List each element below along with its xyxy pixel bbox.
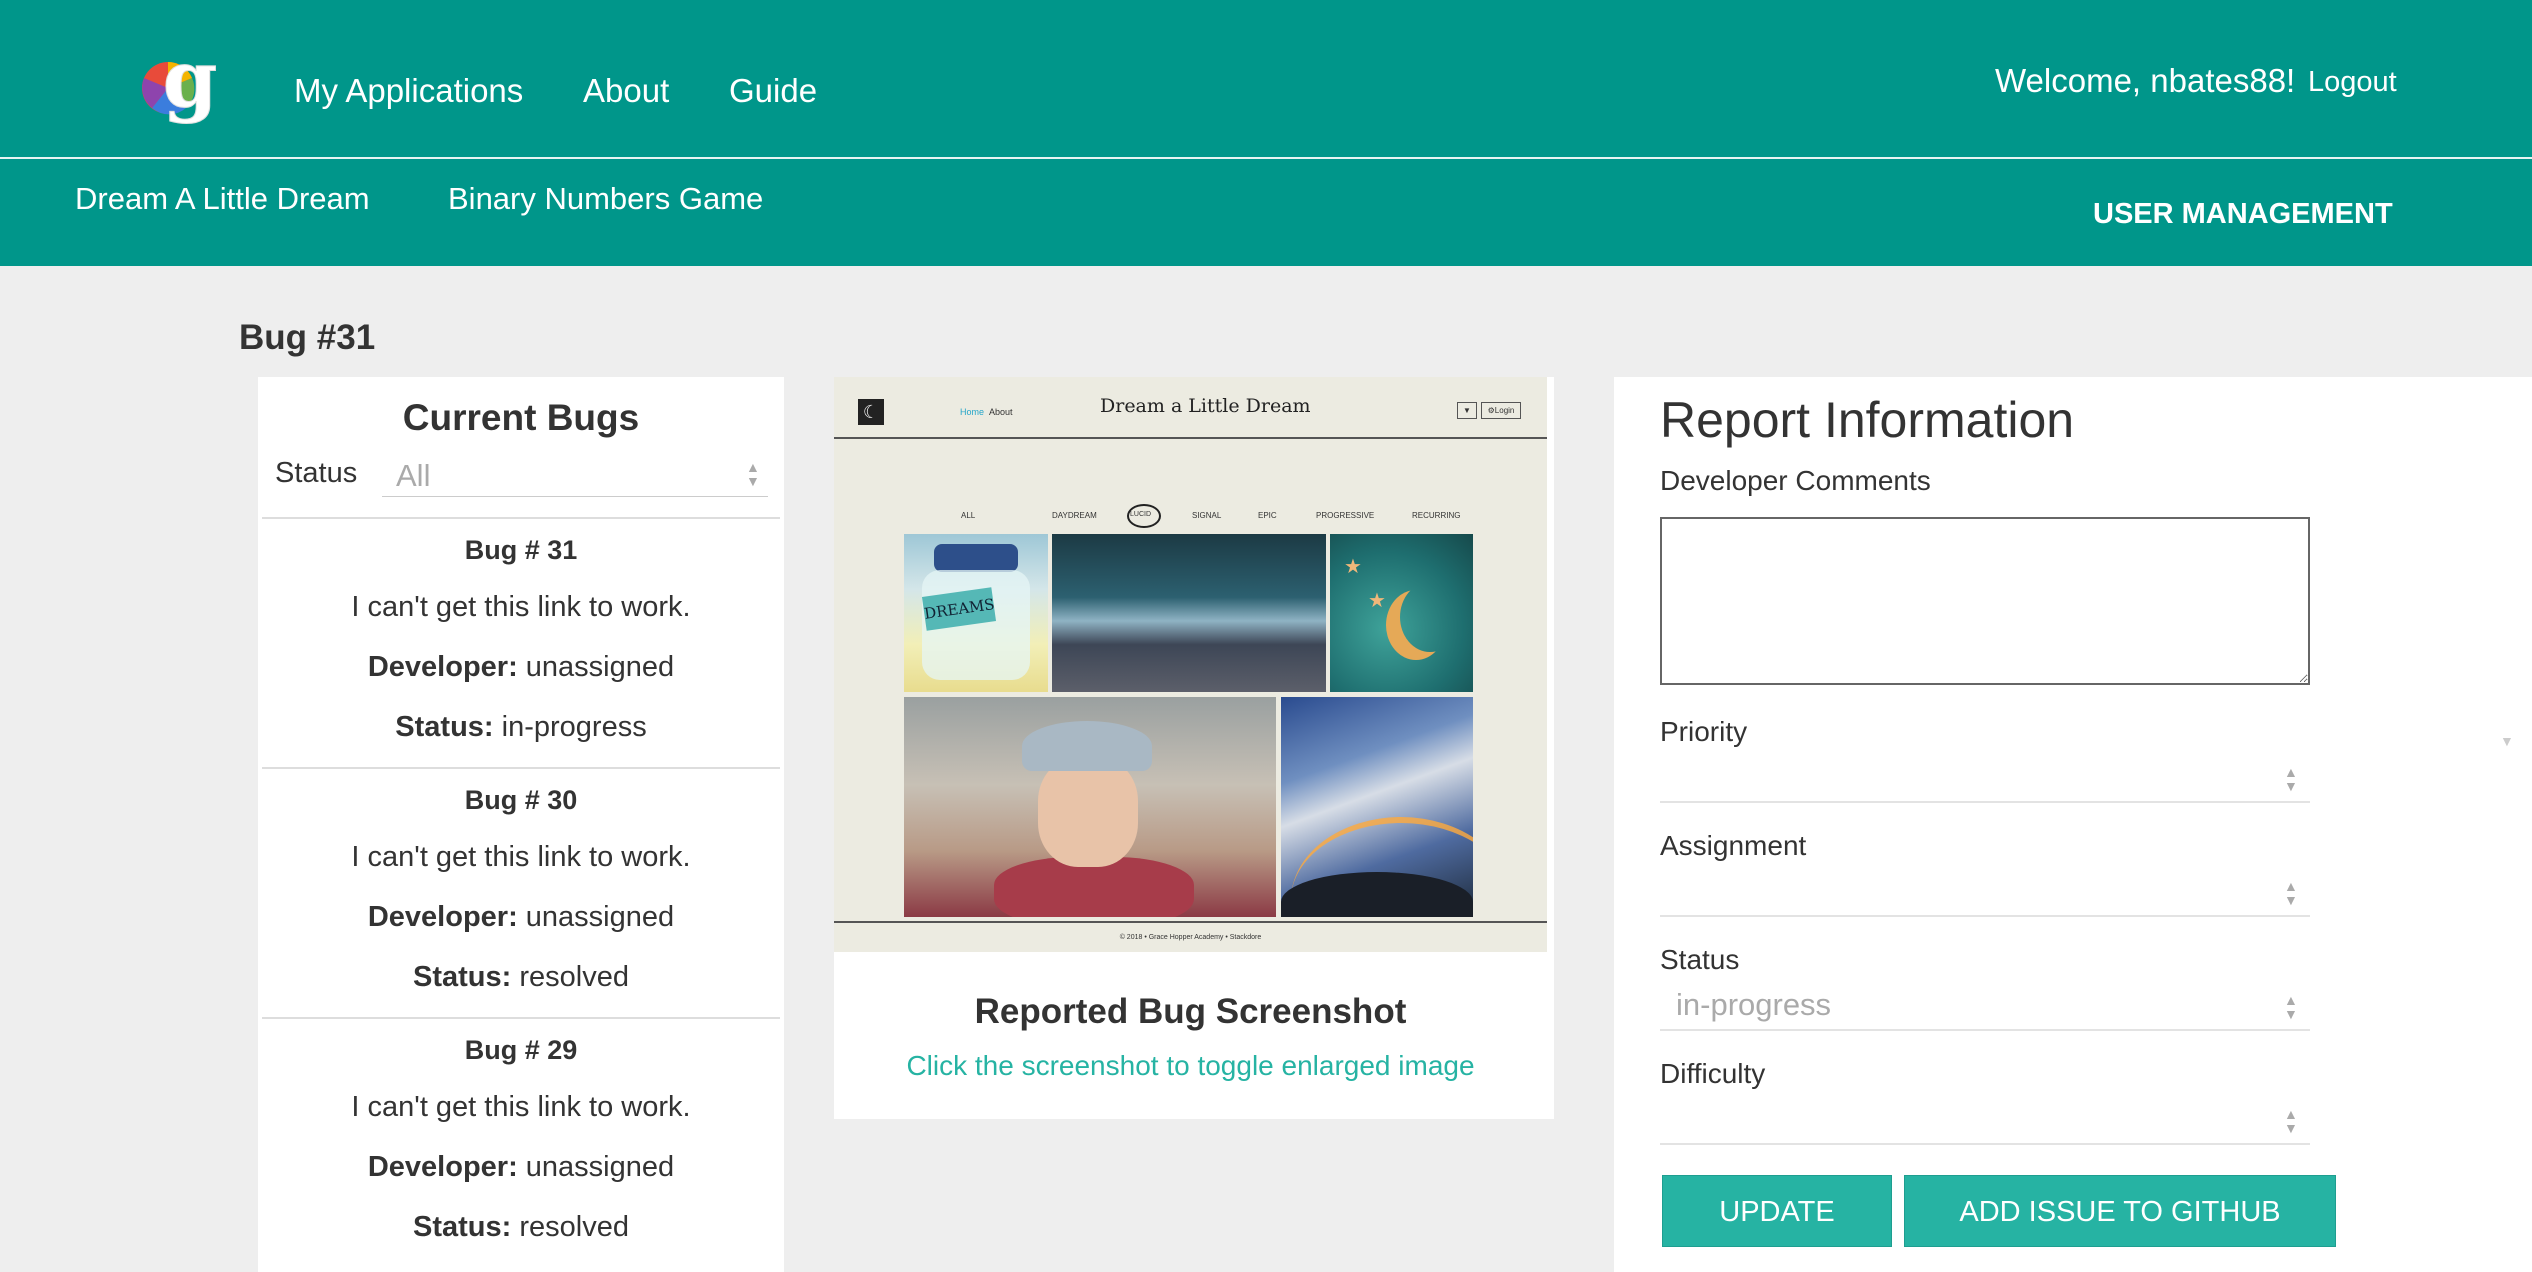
status-select-value: in-progress	[1676, 987, 1832, 1022]
select-arrows-icon: ▲ ▼	[2284, 764, 2298, 794]
priority-label: Priority	[1660, 716, 1748, 747]
status-select[interactable]: in-progress ▲ ▼	[1660, 983, 2310, 1031]
nav-guide[interactable]: Guide	[729, 72, 817, 110]
developer-comments-textarea[interactable]	[1660, 517, 2310, 685]
screenshot-title: Reported Bug Screenshot	[974, 992, 1407, 1031]
annotation-circle	[1127, 504, 1161, 528]
scroll-caret-icon: ▼	[2500, 733, 2514, 749]
screenshot-nav-home: Home	[960, 407, 985, 417]
status-filter-value: All	[396, 458, 431, 493]
bug-list-item[interactable]: Bug # 31 I can't get this link to work. …	[262, 517, 780, 769]
developer-value: unassigned	[525, 901, 675, 933]
assignment-select[interactable]: ▲ ▼	[1660, 869, 2310, 917]
app-tab-dream-a-little-dream[interactable]: Dream A Little Dream	[75, 181, 370, 217]
screenshot-category: EPIC	[1258, 511, 1277, 520]
page-title: Bug #31	[239, 318, 376, 357]
woman-portrait-image	[904, 697, 1276, 917]
screenshot-category: PROGRESSIVE	[1316, 511, 1375, 520]
toggle-enlarge-link[interactable]: Click the screenshot to toggle enlarged …	[834, 1050, 1547, 1082]
screenshot-nav-about: About	[989, 407, 1013, 417]
select-arrows-icon: ▲ ▼	[2284, 878, 2298, 908]
screenshot-category: SIGNAL	[1192, 511, 1222, 520]
status-label: Status:	[395, 711, 494, 743]
bug-screenshot-panel: ☾ Home About Dream a Little Dream ▼ ⚙Log…	[834, 377, 1554, 1119]
screenshot-site-title: Dream a Little Dream	[1100, 395, 1311, 417]
status-filter-select[interactable]: All ▲ ▼	[382, 450, 768, 497]
screenshot-footer-divider	[834, 921, 1547, 923]
dream-jar-image: DREAMS	[904, 534, 1048, 692]
select-arrows-icon: ▲ ▼	[2284, 1106, 2298, 1136]
bug-description: I can't get this link to work.	[351, 841, 691, 873]
status-value: in-progress	[501, 711, 647, 743]
nav-about[interactable]: About	[583, 72, 669, 110]
developer-value: unassigned	[525, 651, 675, 683]
developer-comments-label: Developer Comments	[1660, 465, 1931, 496]
bug-developer: Developer: unassigned	[262, 1151, 780, 1184]
app-tab-binary-numbers-game[interactable]: Binary Numbers Game	[448, 181, 763, 217]
bug-screenshot-image[interactable]: ☾ Home About Dream a Little Dream ▼ ⚙Log…	[834, 377, 1547, 952]
bug-developer: Developer: unassigned	[262, 651, 780, 684]
update-button[interactable]: UPDATE	[1662, 1175, 1892, 1247]
welcome-text: Welcome, nbates88!	[1995, 62, 2296, 99]
priority-select[interactable]: ▲ ▼	[1660, 755, 2310, 803]
bug-list-item[interactable]: Bug # 29 I can't get this link to work. …	[262, 1017, 780, 1269]
nav-my-applications[interactable]: My Applications	[294, 72, 523, 110]
rainbow-sky-image	[1281, 697, 1473, 917]
screenshot-login-button: ⚙Login	[1481, 402, 1521, 419]
difficulty-select[interactable]: ▲ ▼	[1660, 1097, 2310, 1145]
status-label: Status:	[413, 961, 512, 993]
logout-link[interactable]: Logout	[2308, 66, 2397, 99]
bug-number: Bug # 30	[464, 785, 578, 815]
developer-label: Developer:	[367, 1151, 518, 1183]
select-arrows-icon: ▲ ▼	[2284, 992, 2298, 1022]
bug-status: Status: resolved	[262, 1211, 780, 1244]
bug-list-item[interactable]: Bug # 30 I can't get this link to work. …	[262, 767, 780, 1019]
screenshot-dropdown-icon: ▼	[1457, 402, 1477, 419]
screenshot-category: ALL	[961, 511, 976, 520]
bug-status: Status: resolved	[262, 961, 780, 994]
space-horizon-image	[1052, 534, 1326, 692]
current-bugs-panel: Current Bugs Status All ▲ ▼ Bug # 31 I ca…	[258, 377, 784, 1272]
developer-label: Developer:	[367, 901, 518, 933]
bug-number: Bug # 29	[464, 1035, 578, 1065]
report-title: Report Information	[1660, 392, 2075, 448]
bug-status: Status: in-progress	[262, 711, 780, 744]
status-value: resolved	[519, 1211, 629, 1243]
assignment-label: Assignment	[1660, 830, 1807, 861]
developer-value: unassigned	[525, 1151, 675, 1183]
report-information-panel: Report Information Developer Comments Pr…	[1614, 377, 2532, 1272]
status-value: resolved	[519, 961, 629, 993]
add-issue-to-github-button[interactable]: ADD ISSUE TO GITHUB	[1904, 1175, 2336, 1247]
status-label: Status	[1660, 944, 1740, 975]
developer-label: Developer:	[367, 651, 518, 683]
status-label: Status:	[413, 1211, 512, 1243]
moon-stars-image: ★ ★	[1330, 534, 1473, 692]
user-management-link[interactable]: USER MANAGEMENT	[2093, 198, 2393, 231]
top-navbar: g My Applications About Guide Welcome, n…	[0, 0, 2532, 159]
bug-developer: Developer: unassigned	[262, 901, 780, 934]
select-arrows-icon: ▲ ▼	[746, 459, 760, 489]
site-moon-logo-icon: ☾	[858, 399, 884, 425]
bug-number: Bug # 31	[464, 535, 578, 565]
current-bugs-title: Current Bugs	[402, 397, 640, 438]
screenshot-category: RECURRING	[1412, 511, 1461, 520]
gitbug-logo-icon[interactable]: g	[138, 44, 228, 128]
screenshot-category: DAYDREAM	[1052, 511, 1097, 520]
bug-description: I can't get this link to work.	[351, 591, 691, 623]
status-filter-label: Status	[275, 457, 358, 489]
screenshot-footer: © 2018 • Grace Hopper Academy • Stackdor…	[1119, 934, 1262, 941]
bug-description: I can't get this link to work.	[351, 1091, 691, 1123]
difficulty-label: Difficulty	[1660, 1058, 1766, 1089]
svg-text:g: g	[163, 44, 218, 125]
